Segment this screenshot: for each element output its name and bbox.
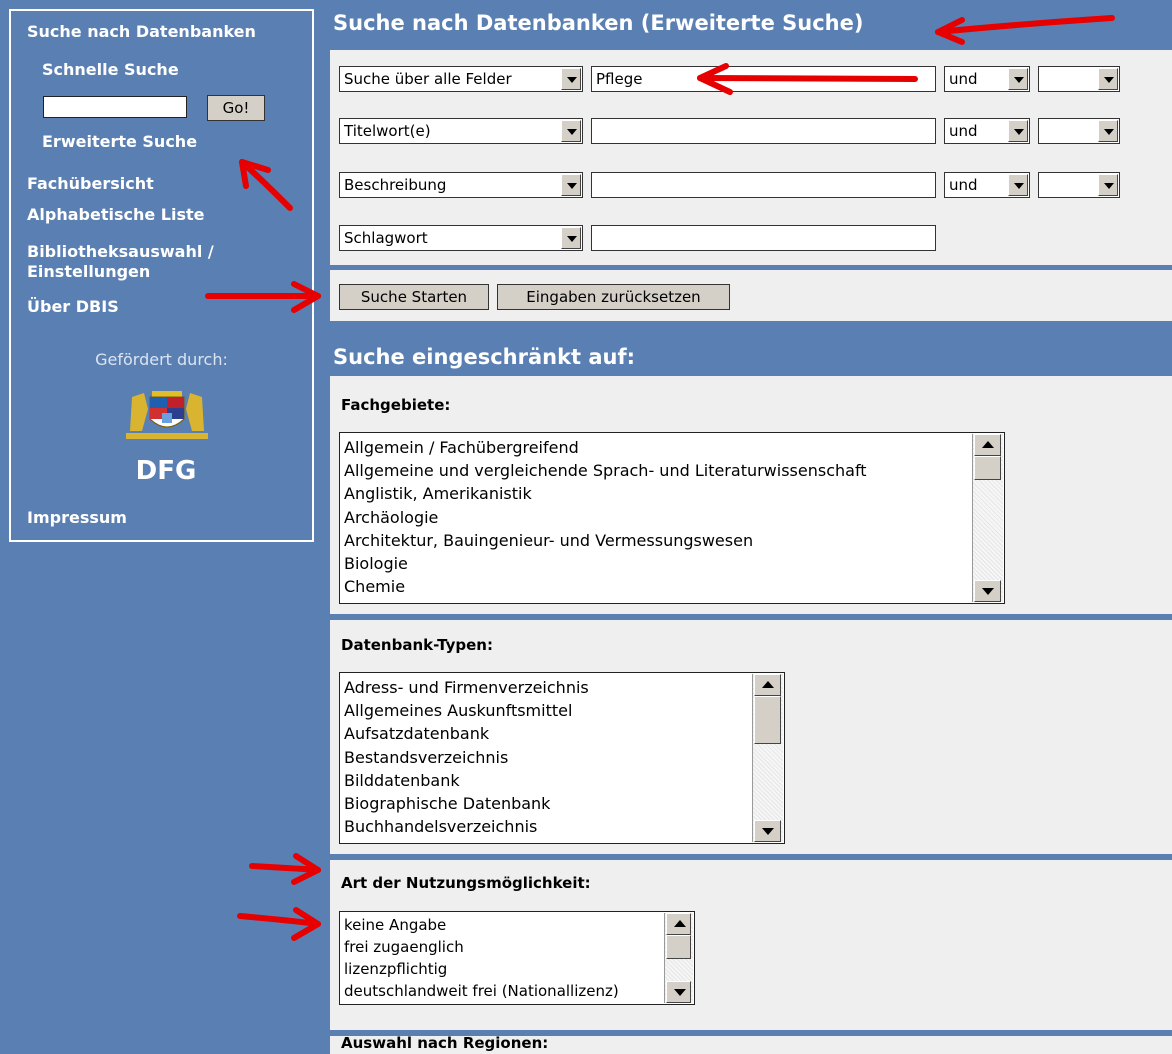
main-content: Suche nach Datenbanken (Erweiterte Suche…: [330, 0, 1172, 1054]
list-item[interactable]: Chemie: [344, 577, 405, 597]
start-search-button[interactable]: Suche Starten: [339, 284, 489, 310]
list-item[interactable]: Biographische Datenbank: [344, 794, 550, 814]
page-title: Suche nach Datenbanken (Erweiterte Suche…: [330, 0, 1172, 50]
scroll-down-icon[interactable]: [974, 580, 1001, 602]
operator-select-2[interactable]: und: [944, 118, 1030, 144]
sidebar-item-fachuebersicht[interactable]: Fachübersicht: [27, 174, 154, 193]
sidebar-item-alphabetische-liste[interactable]: Alphabetische Liste: [27, 205, 204, 224]
nutzung-title: Art der Nutzungsmöglichkeit:: [341, 874, 591, 892]
field-select-4[interactable]: Schlagwort: [339, 225, 583, 251]
list-item[interactable]: frei zugaenglich: [344, 937, 464, 957]
field-select-3[interactable]: Beschreibung: [339, 172, 583, 198]
list-item[interactable]: Bestandsverzeichnis: [344, 748, 508, 768]
advanced-search-link[interactable]: Erweiterte Suche: [42, 132, 197, 151]
typen-listbox[interactable]: Adress- und Firmenverzeichnis Allgemeine…: [339, 672, 785, 844]
chevron-down-icon[interactable]: [1098, 174, 1118, 196]
typen-title: Datenbank-Typen:: [341, 636, 493, 654]
sidebar-item-ueber-dbis[interactable]: Über DBIS: [27, 297, 119, 316]
fachgebiete-panel: Fachgebiete: Allgemein / Fachübergreifen…: [330, 376, 1172, 614]
impressum-link[interactable]: Impressum: [27, 508, 127, 527]
scroll-up-icon[interactable]: [754, 674, 781, 696]
list-item[interactable]: deutschlandweit frei (Nationallizenz): [344, 981, 619, 1001]
regionen-panel: Auswahl nach Regionen:: [330, 1036, 1172, 1054]
dfg-logo: DFG: [135, 456, 197, 486]
sidebar-item-einstellungen[interactable]: Einstellungen: [27, 262, 150, 281]
list-item[interactable]: Bilddatenbank: [344, 771, 460, 791]
chevron-down-icon[interactable]: [561, 174, 581, 196]
search-input-4[interactable]: [591, 225, 936, 251]
scroll-thumb[interactable]: [666, 935, 691, 959]
search-input-3[interactable]: [591, 172, 936, 198]
arrow-frei-icon: [249, 863, 321, 873]
sidebar-title[interactable]: Suche nach Datenbanken: [27, 22, 256, 41]
search-input-2[interactable]: [591, 118, 936, 144]
restricted-header: Suche eingeschränkt auf:: [330, 321, 1172, 376]
chevron-down-icon[interactable]: [561, 227, 581, 249]
operator-select-3[interactable]: und: [944, 172, 1030, 198]
chevron-down-icon[interactable]: [1098, 120, 1118, 142]
list-item[interactable]: Adress- und Firmenverzeichnis: [344, 678, 589, 698]
fachgebiete-title: Fachgebiete:: [341, 396, 451, 414]
quick-search-input[interactable]: [43, 96, 187, 118]
typen-panel: Datenbank-Typen: Adress- und Firmenverze…: [330, 620, 1172, 854]
list-item[interactable]: Anglistik, Amerikanistik: [344, 484, 532, 504]
scroll-down-icon[interactable]: [754, 820, 781, 842]
list-item[interactable]: Archäologie: [344, 508, 438, 528]
list-item[interactable]: Architektur, Bauingenieur- und Vermessun…: [344, 531, 753, 551]
search-fields-panel: Suche über alle Felder Pflege und Titelw…: [330, 50, 1172, 265]
fachgebiete-listbox[interactable]: Allgemein / Fachübergreifend Allgemeine …: [339, 432, 1005, 604]
list-item[interactable]: Allgemeines Auskunftsmittel: [344, 701, 572, 721]
extra-select-1[interactable]: [1038, 66, 1120, 92]
funded-by-label: Gefördert durch:: [95, 350, 228, 369]
list-item[interactable]: Biologie: [344, 554, 408, 574]
scroll-thumb[interactable]: [754, 696, 781, 744]
extra-select-2[interactable]: [1038, 118, 1120, 144]
chevron-down-icon[interactable]: [1008, 120, 1028, 142]
chevron-down-icon[interactable]: [1008, 174, 1028, 196]
search-input-1[interactable]: Pflege: [591, 66, 936, 92]
scrollbar[interactable]: [752, 674, 783, 842]
field-select-1[interactable]: Suche über alle Felder: [339, 66, 583, 92]
nutzung-listbox[interactable]: keine Angabe frei zugaenglich lizenzpfli…: [339, 911, 695, 1005]
sidebar: Suche nach Datenbanken Schnelle Suche Go…: [9, 9, 314, 542]
chevron-down-icon[interactable]: [561, 120, 581, 142]
regionen-title: Auswahl nach Regionen:: [341, 1036, 549, 1052]
sidebar-item-bibliotheksauswahl[interactable]: Bibliotheksauswahl /: [27, 242, 214, 261]
quick-search-label[interactable]: Schnelle Suche: [42, 60, 179, 79]
scroll-down-icon[interactable]: [666, 981, 691, 1003]
list-item[interactable]: lizenzpflichtig: [344, 959, 447, 979]
arrow-nationallizenz-icon: [237, 913, 321, 927]
list-item[interactable]: keine Angabe: [344, 915, 446, 935]
chevron-down-icon[interactable]: [1098, 68, 1118, 90]
list-item[interactable]: Buchhandelsverzeichnis: [344, 817, 537, 837]
go-button[interactable]: Go!: [207, 95, 265, 121]
bavarian-crest-icon: [126, 391, 208, 439]
list-item[interactable]: Allgemein / Fachübergreifend: [344, 438, 579, 458]
operator-select-1[interactable]: und: [944, 66, 1030, 92]
scroll-up-icon[interactable]: [974, 434, 1001, 456]
nutzung-panel: Art der Nutzungsmöglichkeit: keine Angab…: [330, 860, 1172, 1030]
extra-select-3[interactable]: [1038, 172, 1120, 198]
scroll-up-icon[interactable]: [666, 913, 691, 935]
scroll-thumb[interactable]: [974, 456, 1001, 480]
reset-button[interactable]: Eingaben zurücksetzen: [497, 284, 730, 310]
list-item[interactable]: Aufsatzdatenbank: [344, 724, 489, 744]
chevron-down-icon[interactable]: [561, 68, 581, 90]
search-buttons-panel: Suche Starten Eingaben zurücksetzen: [330, 270, 1172, 321]
list-item[interactable]: Allgemeine und vergleichende Sprach- und…: [344, 461, 867, 481]
scrollbar[interactable]: [972, 434, 1003, 602]
chevron-down-icon[interactable]: [1008, 68, 1028, 90]
scrollbar[interactable]: [664, 913, 693, 1003]
field-select-2[interactable]: Titelwort(e): [339, 118, 583, 144]
